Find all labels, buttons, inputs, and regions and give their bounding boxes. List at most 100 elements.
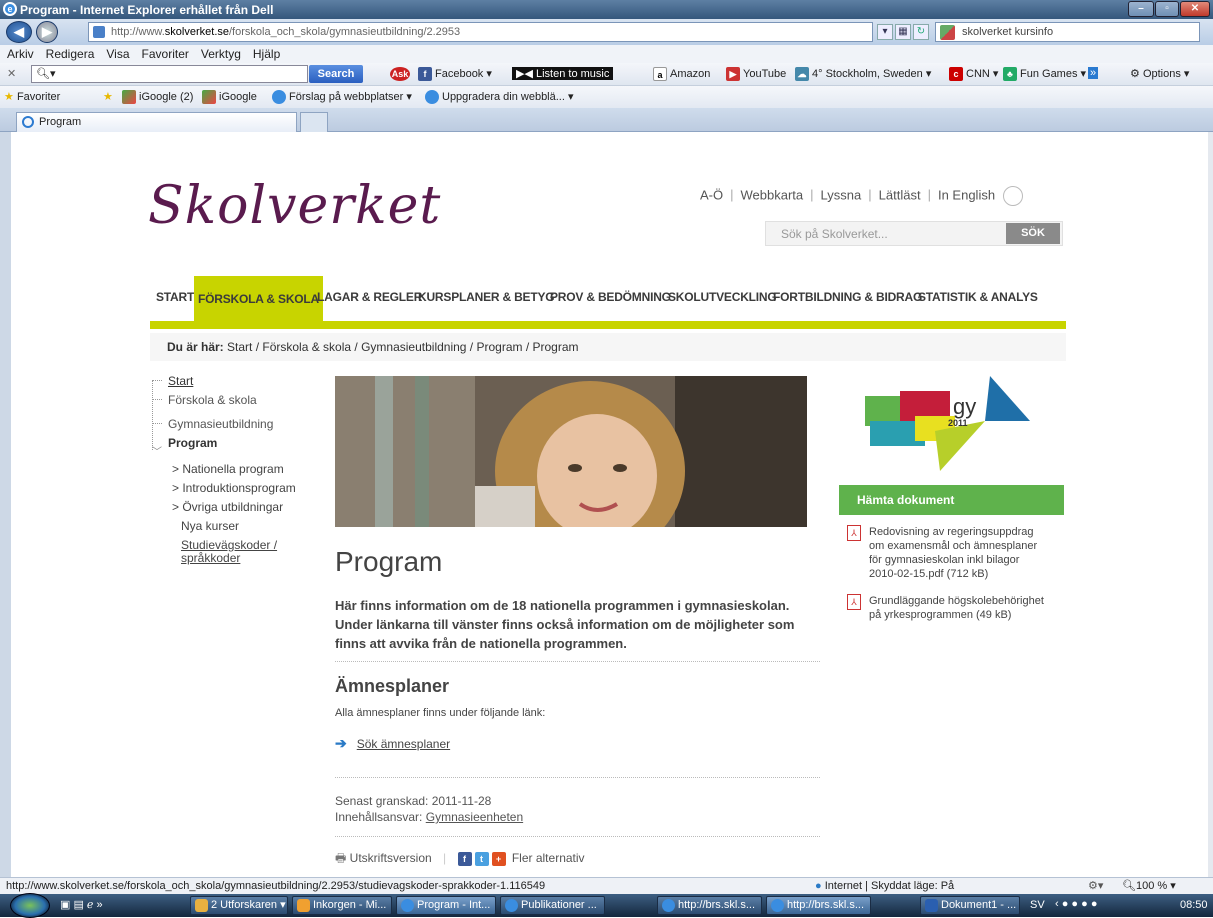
quicklaunch-icons[interactable]: ▣ ▤ ℯ »	[60, 898, 103, 911]
vertical-scrollbar[interactable]	[1208, 132, 1213, 877]
youtube-icon: ▶	[726, 67, 740, 81]
print-icon[interactable]: 🖶︎	[335, 851, 346, 865]
maximize-button[interactable]: ▫	[1155, 1, 1179, 17]
forward-button[interactable]: ▶	[36, 21, 58, 43]
toolbar-search-button[interactable]: Search	[309, 65, 363, 83]
menu-favoriter[interactable]: Favoriter	[142, 45, 189, 63]
menu-verktyg[interactable]: Verktyg	[201, 45, 241, 63]
sidenav-nya-kurser[interactable]: Nya kurser	[181, 519, 239, 533]
pdf-icon: ⅄	[847, 594, 861, 610]
site-search-button[interactable]: SÖK	[1006, 223, 1060, 244]
weather-item[interactable]: ☁ 4° Stockholm, Sweden ▾	[795, 67, 931, 82]
refresh-icon[interactable]: ↻	[913, 24, 929, 40]
ask-icon[interactable]: Ask	[390, 67, 413, 81]
listen-music-item[interactable]: ▶◀ Listen to music	[512, 67, 614, 80]
task-brs-1[interactable]: http://brs.skl.s...	[657, 896, 762, 915]
tray-icons[interactable]: ‹ ● ● ● ●	[1055, 898, 1097, 910]
compat-view-icon[interactable]: ▦	[895, 24, 911, 40]
sidenav-koder-line1[interactable]: Studievägskoder /	[181, 538, 277, 552]
sidenav-gymnasie[interactable]: Gymnasieutbildning	[168, 417, 273, 431]
fav-upgrade[interactable]: Uppgradera din webblä... ▾	[425, 90, 574, 105]
fav-igoogle[interactable]: iGoogle	[202, 90, 257, 104]
nav-prov-bedomning[interactable]: PROV & BEDÖMNING	[550, 290, 671, 304]
task-dokument1[interactable]: Dokument1 - ...	[920, 896, 1020, 915]
back-button[interactable]: ◀	[6, 21, 32, 43]
facebook-item[interactable]: f Facebook ▾	[418, 67, 492, 82]
menu-hjalp[interactable]: Hjälp	[253, 45, 280, 63]
fav-igoogle-2[interactable]: iGoogle (2)	[122, 90, 193, 104]
gy2011-logo[interactable]: gy 2011	[845, 376, 1045, 471]
menu-arkiv[interactable]: Arkiv	[7, 45, 34, 63]
nav-lagar-regler[interactable]: LAGAR & REGLER	[317, 290, 422, 304]
task-utforskaren[interactable]: 2 Utforskaren ▾	[190, 896, 288, 915]
site-search-input[interactable]: Sök på Skolverket... SÖK	[765, 221, 1063, 246]
skolverket-logo[interactable]: Skolverket	[148, 176, 441, 236]
fun-games-item[interactable]: ♣ Fun Games ▾	[1003, 67, 1086, 82]
link-webbkarta[interactable]: Webbkarta	[741, 187, 804, 202]
protected-mode-icon[interactable]: ⚙▾	[1088, 878, 1103, 894]
more-options-link[interactable]: Fler alternativ	[512, 851, 585, 865]
nav-fortbildning-bidrag[interactable]: FORTBILDNING & BIDRAG	[773, 290, 922, 304]
youtube-item[interactable]: ▶ YouTube	[726, 67, 786, 81]
link-a-o[interactable]: A-Ö	[700, 187, 723, 202]
sidenav-intro[interactable]: > Introduktionsprogram	[172, 481, 296, 495]
cnn-item[interactable]: c CNN ▾	[949, 67, 998, 82]
add-favorite-icon[interactable]: ★	[103, 90, 113, 103]
document-link-2[interactable]: ⅄ Grundläggande högskolebehörighet på yrk…	[847, 594, 1047, 622]
breadcrumb-path[interactable]: Start / Förskola & skola / Gymnasieutbil…	[227, 340, 578, 354]
amazon-item[interactable]: a Amazon	[653, 67, 710, 81]
sok-amnesplaner-link[interactable]: ➔ Sök ämnesplaner	[335, 735, 450, 752]
divider	[335, 777, 820, 778]
responsible-link[interactable]: Gymnasieenheten	[426, 810, 523, 824]
sidenav-nationella[interactable]: > Nationella program	[172, 462, 284, 476]
task-brs-2[interactable]: http://brs.skl.s...	[766, 896, 871, 915]
tab-program[interactable]: Program	[16, 112, 297, 132]
task-program[interactable]: Program - Int...	[396, 896, 496, 915]
zoom-control[interactable]: 🔍︎100 % ▾	[1122, 878, 1176, 894]
facebook-share-icon[interactable]: f	[457, 851, 472, 866]
toolbar-search-input[interactable]: 🔍︎▾	[31, 65, 308, 83]
options-item[interactable]: ⚙ Options ▾	[1130, 67, 1189, 80]
sidenav-ovriga[interactable]: > Övriga utbildningar	[172, 500, 283, 514]
document-link-1[interactable]: ⅄ Redovisning av regeringsuppdrag om exam…	[847, 525, 1047, 581]
task-publikationer[interactable]: Publikationer ...	[500, 896, 605, 915]
close-button[interactable]: ✕	[1180, 1, 1210, 17]
url-field[interactable]: http://www.skolverket.se/forskola_och_sk…	[88, 22, 873, 42]
globe-icon[interactable]	[1003, 186, 1024, 206]
link-lattlast[interactable]: Lättläst	[879, 187, 921, 202]
more-chevron-icon[interactable]: »	[1088, 67, 1099, 79]
security-zone[interactable]: ● Internet | Skyddat läge: På	[815, 878, 954, 894]
more-share-icon[interactable]: +	[491, 851, 506, 866]
new-tab-button[interactable]	[300, 112, 328, 132]
favorites-button[interactable]: ★ Favoriter	[4, 90, 60, 103]
nav-statistik-analys[interactable]: STATISTIK & ANALYS	[918, 290, 1038, 304]
nav-skolutveckling[interactable]: SKOLUTVECKLING	[668, 290, 777, 304]
main-navigation: START FÖRSKOLA & SKOLA LAGAR & REGLER KU…	[150, 276, 1066, 322]
link-in-english[interactable]: In English	[938, 187, 995, 202]
close-toolbar-icon[interactable]: ✕	[7, 67, 16, 80]
link-lyssna[interactable]: Lyssna	[821, 187, 862, 202]
print-link[interactable]: Utskriftsversion	[350, 851, 432, 865]
dropdown-icon[interactable]: ▾	[877, 24, 893, 40]
browser-search-field[interactable]: skolverket kursinfo	[935, 22, 1200, 42]
options-icon: ⚙	[1130, 68, 1140, 80]
menu-redigera[interactable]: Redigera	[46, 45, 95, 63]
start-button[interactable]	[10, 893, 50, 918]
nav-forskola-skola[interactable]: FÖRSKOLA & SKOLA	[194, 276, 324, 322]
nav-kursplaner-betyg[interactable]: KURSPLANER & BETYG	[418, 290, 555, 304]
sidenav-program[interactable]: Program	[168, 436, 217, 450]
language-indicator[interactable]: SV	[1030, 899, 1045, 911]
site-search-placeholder: Sök på Skolverket...	[781, 227, 888, 241]
sidenav-koder-line2[interactable]: språkkoder	[181, 551, 240, 565]
clock[interactable]: 08:50	[1180, 899, 1208, 911]
minimize-button[interactable]: –	[1128, 1, 1154, 17]
fav-suggested-sites[interactable]: Förslag på webbplatser ▾	[272, 90, 412, 105]
menu-bar: Arkiv Redigera Visa Favoriter Verktyg Hjälp	[0, 45, 1213, 63]
menu-visa[interactable]: Visa	[106, 45, 129, 63]
nav-start[interactable]: START	[156, 290, 194, 304]
task-inkorgen[interactable]: Inkorgen - Mi...	[292, 896, 392, 915]
sidenav-start[interactable]: Start	[168, 374, 193, 388]
sidenav-forskola[interactable]: Förskola & skola	[168, 393, 257, 407]
amazon-icon: a	[653, 67, 667, 81]
twitter-share-icon[interactable]: t	[474, 851, 489, 866]
